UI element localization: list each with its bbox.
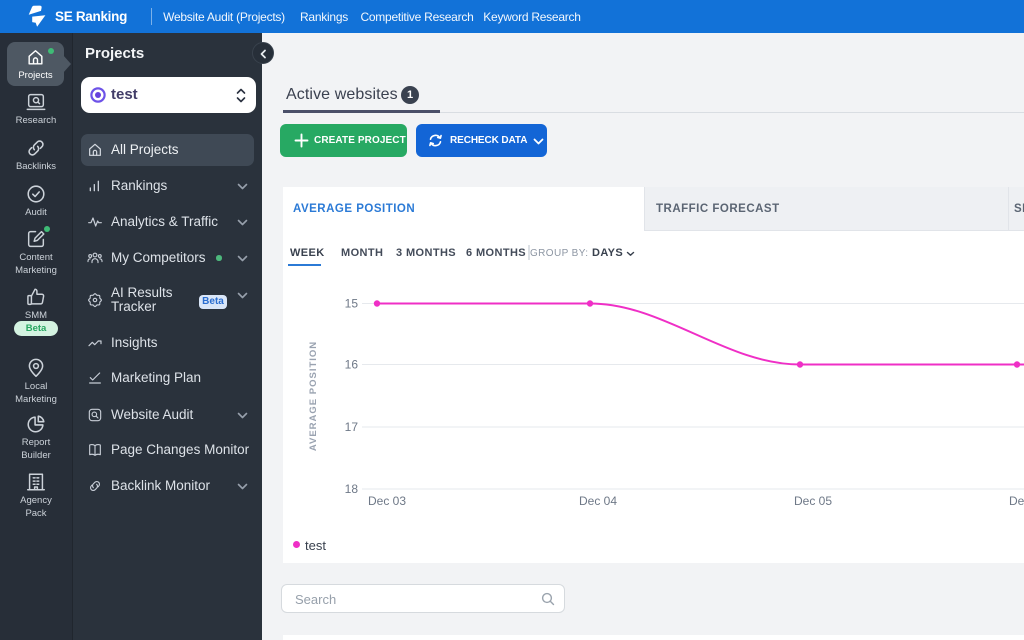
svg-text:Dec 05: Dec 05 [794, 494, 832, 508]
svg-text:Dec 06: Dec 06 [1009, 494, 1024, 508]
svg-text:Dec 03: Dec 03 [368, 494, 406, 508]
svg-text:17: 17 [345, 420, 359, 434]
svg-text:AVERAGE POSITION: AVERAGE POSITION [308, 341, 319, 451]
svg-text:15: 15 [345, 297, 359, 311]
svg-text:Dec 04: Dec 04 [579, 494, 617, 508]
svg-text:16: 16 [345, 358, 359, 372]
svg-text:18: 18 [345, 482, 359, 496]
